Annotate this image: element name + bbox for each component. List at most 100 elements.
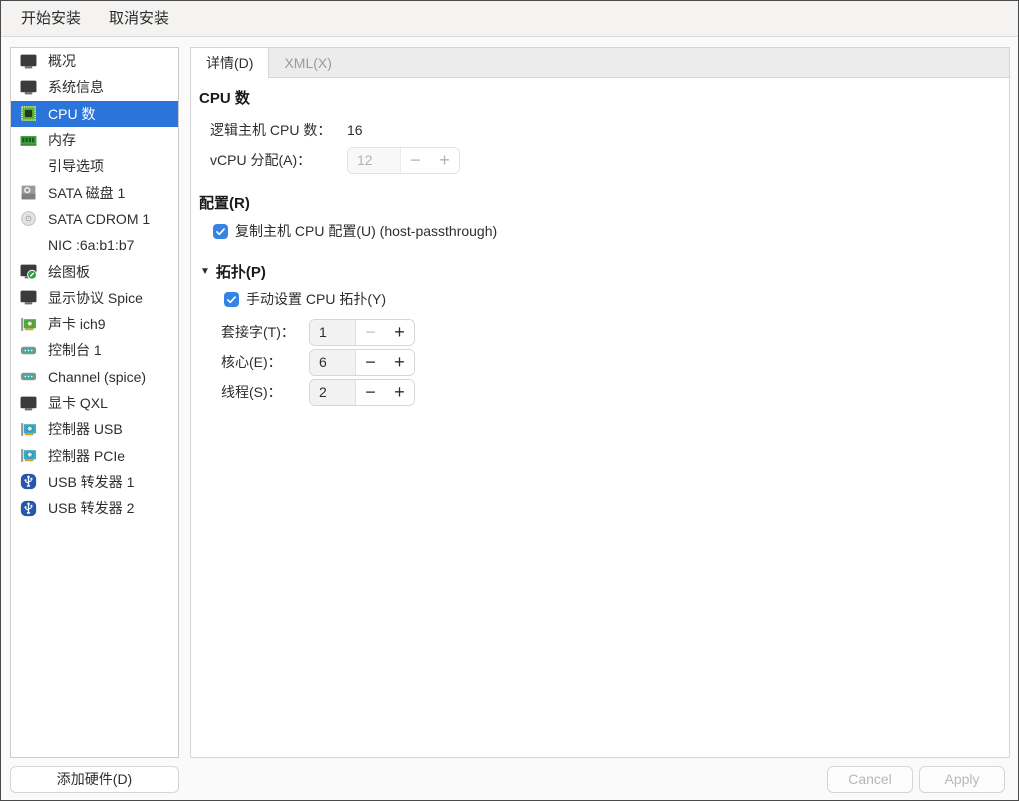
decrement-button: − <box>356 320 385 345</box>
sidebar-item-channel-spice[interactable]: Channel (spice) <box>11 364 178 390</box>
memory-icon <box>20 132 37 149</box>
pci-card-icon <box>20 421 37 438</box>
monitor-icon <box>20 53 37 70</box>
footer-bar: 添加硬件(D) Cancel Apply <box>1 758 1018 800</box>
increment-button[interactable]: + <box>385 320 414 345</box>
sidebar-item-label: 概况 <box>48 51 76 71</box>
sidebar-item-overview[interactable]: 概况 <box>11 48 178 74</box>
sidebar-item-label: 控制台 1 <box>48 340 102 360</box>
decrement-button[interactable]: − <box>356 350 385 375</box>
sidebar-item-tablet[interactable]: 绘图板 <box>11 258 178 284</box>
logical-cpus-label: 逻辑主机 CPU 数： <box>210 120 347 140</box>
sockets-value[interactable]: 1 <box>310 320 356 345</box>
sidebar-item-memory[interactable]: 内存 <box>11 127 178 153</box>
pci-card-icon <box>20 447 37 464</box>
apply-button[interactable]: Apply <box>919 766 1005 793</box>
logical-cpus-row: 逻辑主机 CPU 数： 16 <box>210 115 1009 145</box>
manual-topology-checkbox[interactable] <box>224 292 239 307</box>
vcpu-alloc-stepper: 12 − + <box>347 147 460 174</box>
sidebar-item-sata-cdrom-1[interactable]: SATA CDROM 1 <box>11 206 178 232</box>
sidebar-item-sata-disk-1[interactable]: SATA 磁盘 1 <box>11 179 178 205</box>
sidebar-item-label: SATA 磁盘 1 <box>48 183 125 203</box>
tablet-icon <box>20 263 37 280</box>
sidebar-item-label: USB 转发器 2 <box>48 498 134 518</box>
sidebar-item-label: Channel (spice) <box>48 369 146 385</box>
sidebar-item-boot-options[interactable]: 引导选项 <box>11 153 178 179</box>
sockets-label: 套接字(T)： <box>221 322 309 342</box>
chevron-down-icon: ▼ <box>200 266 210 277</box>
sidebar-item-console-1[interactable]: 控制台 1 <box>11 337 178 363</box>
topology-expander[interactable]: ▼ 拓扑(P) <box>200 261 1009 282</box>
copy-host-cpu-row: 复制主机 CPU 配置(U) (host-passthrough) <box>213 220 1009 242</box>
usb-icon <box>20 500 37 517</box>
threads-label: 线程(S)： <box>221 382 309 402</box>
sidebar-item-controller-pcie[interactable]: 控制器 PCIe <box>11 442 178 468</box>
add-hardware-button[interactable]: 添加硬件(D) <box>10 766 179 793</box>
cores-stepper[interactable]: 6 − + <box>309 349 415 376</box>
sidebar-item-label: CPU 数 <box>48 104 95 124</box>
sidebar-item-controller-usb[interactable]: 控制器 USB <box>11 416 178 442</box>
vcpu-alloc-label: vCPU 分配(A)： <box>210 150 347 170</box>
begin-install-button[interactable]: 开始安装 <box>21 1 81 37</box>
sidebar-item-label: 声卡 ich9 <box>48 314 106 334</box>
toolbar: 开始安装 取消安装 <box>1 1 1018 37</box>
cores-label: 核心(E)： <box>221 352 309 372</box>
cancel-button[interactable]: Cancel <box>827 766 913 793</box>
sidebar-item-usb-redirector-1[interactable]: USB 转发器 1 <box>11 469 178 495</box>
decrement-button[interactable]: − <box>356 380 385 405</box>
section-cpus-heading: CPU 数 <box>199 87 1009 108</box>
sidebar-item-label: NIC :6a:b1:b7 <box>48 237 134 253</box>
sockets-stepper[interactable]: 1 − + <box>309 319 415 346</box>
tab-details[interactable]: 详情(D) <box>191 48 269 78</box>
footer-actions: Cancel Apply <box>827 766 1005 793</box>
monitor-icon <box>20 395 37 412</box>
cores-value[interactable]: 6 <box>310 350 356 375</box>
sidebar-item-label: 系统信息 <box>48 77 104 97</box>
usb-icon <box>20 473 37 490</box>
increment-button[interactable]: + <box>385 350 414 375</box>
increment-button[interactable]: + <box>385 380 414 405</box>
details-panel: 详情(D) XML(X) CPU 数 逻辑主机 CPU 数： 16 vCPU 分… <box>190 47 1010 758</box>
sidebar-item-label: 控制器 PCIe <box>48 446 125 466</box>
tab-xml[interactable]: XML(X) <box>269 48 346 77</box>
sidebar-item-label: 引导选项 <box>48 156 104 176</box>
cores-row: 核心(E)： 6 − + <box>221 347 1009 377</box>
sidebar-item-sound-ich9[interactable]: 声卡 ich9 <box>11 311 178 337</box>
threads-value[interactable]: 2 <box>310 380 356 405</box>
monitor-icon <box>20 289 37 306</box>
manual-topology-row: 手动设置 CPU 拓扑(Y) <box>224 288 1009 310</box>
sidebar-item-usb-redirector-2[interactable]: USB 转发器 2 <box>11 495 178 521</box>
copy-host-cpu-checkbox[interactable] <box>213 224 228 239</box>
section-config-heading: 配置(R) <box>199 192 1009 213</box>
copy-host-cpu-label: 复制主机 CPU 配置(U) (host-passthrough) <box>235 221 497 241</box>
cancel-install-button[interactable]: 取消安装 <box>109 1 169 37</box>
serial-port-icon <box>20 342 37 359</box>
blank-icon <box>20 158 37 175</box>
sidebar-item-label: 显卡 QXL <box>48 393 108 413</box>
soundcard-icon <box>20 316 37 333</box>
cpu-settings: CPU 数 逻辑主机 CPU 数： 16 vCPU 分配(A)： 12 − + … <box>191 78 1009 407</box>
decrement-button: − <box>401 148 430 173</box>
manual-topology-label: 手动设置 CPU 拓扑(Y) <box>246 289 386 309</box>
sidebar-item-nic[interactable]: NIC :6a:b1:b7 <box>11 232 178 258</box>
cdrom-icon <box>20 210 37 227</box>
blank-icon <box>20 237 37 254</box>
sidebar-item-label: 显示协议 Spice <box>48 288 143 308</box>
threads-stepper[interactable]: 2 − + <box>309 379 415 406</box>
sidebar-item-video-qxl[interactable]: 显卡 QXL <box>11 390 178 416</box>
sidebar-item-label: 控制器 USB <box>48 419 123 439</box>
disk-icon <box>20 184 37 201</box>
tab-bar: 详情(D) XML(X) <box>191 48 1009 78</box>
serial-port-icon <box>20 368 37 385</box>
cpu-icon <box>20 105 37 122</box>
sockets-row: 套接字(T)： 1 − + <box>221 317 1009 347</box>
sidebar-item-display-spice[interactable]: 显示协议 Spice <box>11 285 178 311</box>
vcpu-alloc-row: vCPU 分配(A)： 12 − + <box>210 145 1009 175</box>
sidebar-item-os-info[interactable]: 系统信息 <box>11 74 178 100</box>
sidebar-item-cpus[interactable]: CPU 数 <box>11 101 178 127</box>
sidebar-item-label: 绘图板 <box>48 262 90 282</box>
increment-button: + <box>430 148 459 173</box>
sidebar-item-label: SATA CDROM 1 <box>48 211 150 227</box>
threads-row: 线程(S)： 2 − + <box>221 377 1009 407</box>
sidebar-item-label: 内存 <box>48 130 76 150</box>
